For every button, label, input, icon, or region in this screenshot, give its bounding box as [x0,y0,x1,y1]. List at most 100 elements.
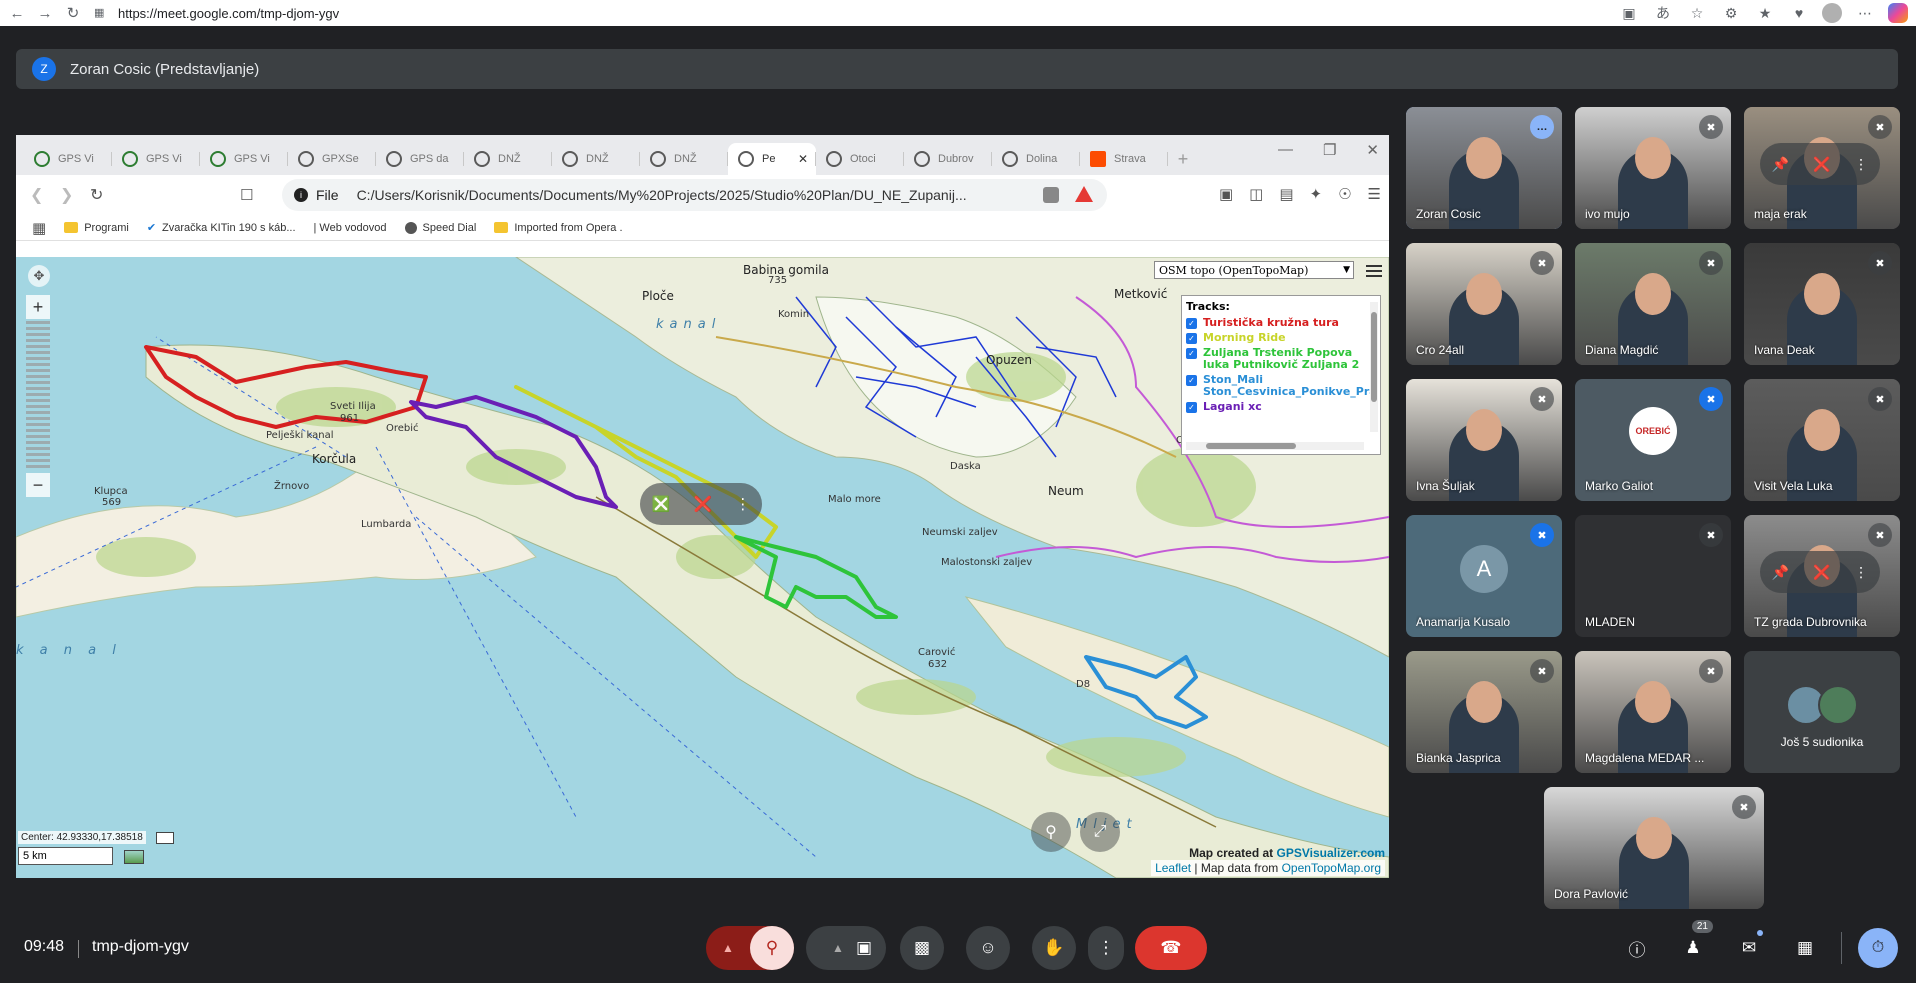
camera-indicator-icon[interactable]: ▣ [1618,2,1640,24]
track-checkbox[interactable]: ✓ [1186,348,1197,359]
leaflet-link[interactable]: Leaflet [1155,861,1191,875]
track-checkbox[interactable]: ✓ [1186,333,1197,344]
more-options-icon[interactable]: ⋮ [1088,926,1124,970]
track-checkbox[interactable]: ✓ [1186,375,1197,386]
bookmark-item[interactable]: Programi [64,222,129,234]
participant-tile[interactable]: … Zoran Cosic [1406,107,1562,229]
zoom-in-button[interactable]: + [26,295,50,319]
track-name[interactable]: Ston_Mali Ston_Cesvinica_Ponikve_Pra [1203,374,1377,398]
browser-tab[interactable]: DNŽ [464,143,552,175]
people-icon[interactable]: ♟ 21 [1673,920,1713,970]
activities-grid-icon[interactable]: ▦ [1785,926,1825,970]
participant-tile[interactable]: ✖ Dora Pavlović [1544,787,1764,909]
more-vert-icon[interactable]: ⋮ [1854,564,1868,581]
leo-icon[interactable]: ✦ [1310,185,1323,203]
site-info-icon[interactable]: ▦ [94,6,108,20]
more-vert-icon[interactable]: ⋮ [1854,156,1868,173]
browser-tab[interactable]: Pe ✕ [728,143,816,175]
screenshot-icon[interactable]: ▣ [1219,185,1233,203]
track-checkbox[interactable]: ✓ [1186,402,1197,413]
participant-tile[interactable]: ✖ Ivna Šuljak [1406,379,1562,501]
track-item[interactable]: ✓ Lagani xc [1186,401,1376,413]
participant-tile[interactable]: 📌 ❌ ⋮ ✖ TZ grada Dubrovnika [1744,515,1900,637]
info-icon[interactable]: i [294,188,308,202]
address-bar[interactable]: ▦ https://meet.google.com/tmp-djom-ygv [94,6,339,21]
participant-tile[interactable]: Još 5 sudionika [1744,651,1900,773]
participant-tile[interactable]: ✖ MLADEN [1575,515,1731,637]
gpsvisualizer-link[interactable]: GPSVisualizer.com [1277,846,1386,860]
health-icon[interactable]: ♥ [1788,2,1810,24]
present-screen-icon[interactable]: ▩ [900,926,944,970]
camera-icon[interactable]: ▣ [856,938,872,958]
track-name[interactable]: Turistička kružna tura [1203,317,1339,329]
browser-tab[interactable]: GPS Vi [24,143,112,175]
chat-icon[interactable]: ✉ [1729,926,1769,970]
hamburger-menu-icon[interactable]: ☰ [1368,185,1381,203]
pin-icon[interactable]: 📌 [1772,156,1789,173]
camera-options-chevron-icon[interactable]: ▲ [820,941,856,955]
ruler-icon[interactable] [156,832,174,844]
pin-icon[interactable]: 📌 [1772,564,1789,581]
opentopomap-link[interactable]: OpenTopoMap.org [1282,861,1381,875]
mic-options-chevron-icon[interactable]: ▲ [706,941,750,955]
maximize-icon[interactable]: ❐ [1323,141,1336,159]
bookmark-item[interactable]: Imported from Opera . [494,222,623,234]
emoji-icon[interactable]: ☺ [966,926,1010,970]
pin-off-icon[interactable]: ❎ [652,495,671,513]
sidebar-icon[interactable]: ◫ [1249,185,1263,203]
track-item[interactable]: ✓ Morning Ride [1186,332,1376,344]
track-name[interactable]: Morning Ride [1203,332,1286,344]
inner-forward-icon[interactable]: ❯ [60,185,90,205]
browser-tab[interactable]: Otoci [816,143,904,175]
participant-tile[interactable]: ✖ Cro 24all [1406,243,1562,365]
meeting-info-icon[interactable]: ⓘ [1617,926,1657,970]
vpn-icon[interactable]: ☉ [1338,185,1351,203]
zoom-out-button[interactable]: − [26,473,50,497]
track-name[interactable]: Zuljana Trstenik Popova luka Putnikovič … [1203,347,1376,371]
brave-shield-icon[interactable] [1043,187,1059,203]
participant-tile[interactable]: OREBIĆ ✖ Marko Galiot [1575,379,1731,501]
bookmark-icon[interactable]: ☐ [240,186,270,204]
fullscreen-icon[interactable]: ⤢ [1080,812,1120,852]
wallet-icon[interactable]: ▤ [1279,185,1293,203]
bookmark-item[interactable]: ✔ Zvaračka KITin 190 s káb... [147,221,296,235]
scale-readout[interactable]: 5 km [18,847,113,865]
reload-icon[interactable]: ↻ [62,2,84,24]
new-tab-icon[interactable]: + [1168,143,1198,175]
map-layer-select[interactable]: OSM topo (OpenTopoMap) ▼ [1154,261,1354,279]
more-menu-icon[interactable]: ⋯ [1854,2,1876,24]
favorites-icon[interactable]: ★ [1754,2,1776,24]
browser-tab[interactable]: Strava [1080,143,1168,175]
participant-tile[interactable]: ✖ Bianka Jasprica [1406,651,1562,773]
inner-back-icon[interactable]: ❮ [30,185,60,205]
track-checkbox[interactable]: ✓ [1186,318,1197,329]
map-view[interactable]: Babina gomila 735 Ploče Metković Komin Opuzen… [16,257,1389,878]
translate-icon[interactable]: あ [1652,2,1674,24]
profile-avatar[interactable] [1822,3,1842,23]
track-item[interactable]: ✓ Turistička kružna tura [1186,317,1376,329]
tracks-vertical-scrollbar[interactable] [1370,302,1378,432]
browser-tab[interactable]: DNŽ [552,143,640,175]
track-name[interactable]: Lagani xc [1203,401,1262,413]
browser-tab[interactable]: GPXSe [288,143,376,175]
browser-tab[interactable]: DNŽ [640,143,728,175]
browser-tab[interactable]: GPS Vi [200,143,288,175]
mic-off-icon[interactable]: ⚲ [750,926,794,970]
more-vert-icon[interactable]: ⋮ [735,495,750,513]
layers-menu-icon[interactable] [1366,265,1382,277]
image-export-icon[interactable] [124,850,144,864]
participant-tile[interactable]: ✖ Diana Magdić [1575,243,1731,365]
browser-tab[interactable]: GPS da [376,143,464,175]
host-controls-icon[interactable]: ⏱ [1858,928,1898,968]
bookmark-item[interactable]: Speed Dial [404,221,476,234]
zoom-search-icon[interactable]: ⚲ [1031,812,1071,852]
leave-call-button[interactable]: ☎ [1135,926,1207,970]
inner-reload-icon[interactable]: ↻ [90,185,120,205]
apps-grid-icon[interactable]: ▦ [32,219,46,237]
bookmark-item[interactable]: | Web vodovod [314,222,387,234]
mute-participant-icon[interactable]: ❌ [1813,564,1830,581]
rewards-icon[interactable] [1075,186,1093,202]
participant-tile[interactable]: ✖ Visit Vela Luka [1744,379,1900,501]
participant-tile[interactable]: ✖ Magdalena MEDAR ... [1575,651,1731,773]
extensions-icon[interactable]: ⚙ [1720,2,1742,24]
